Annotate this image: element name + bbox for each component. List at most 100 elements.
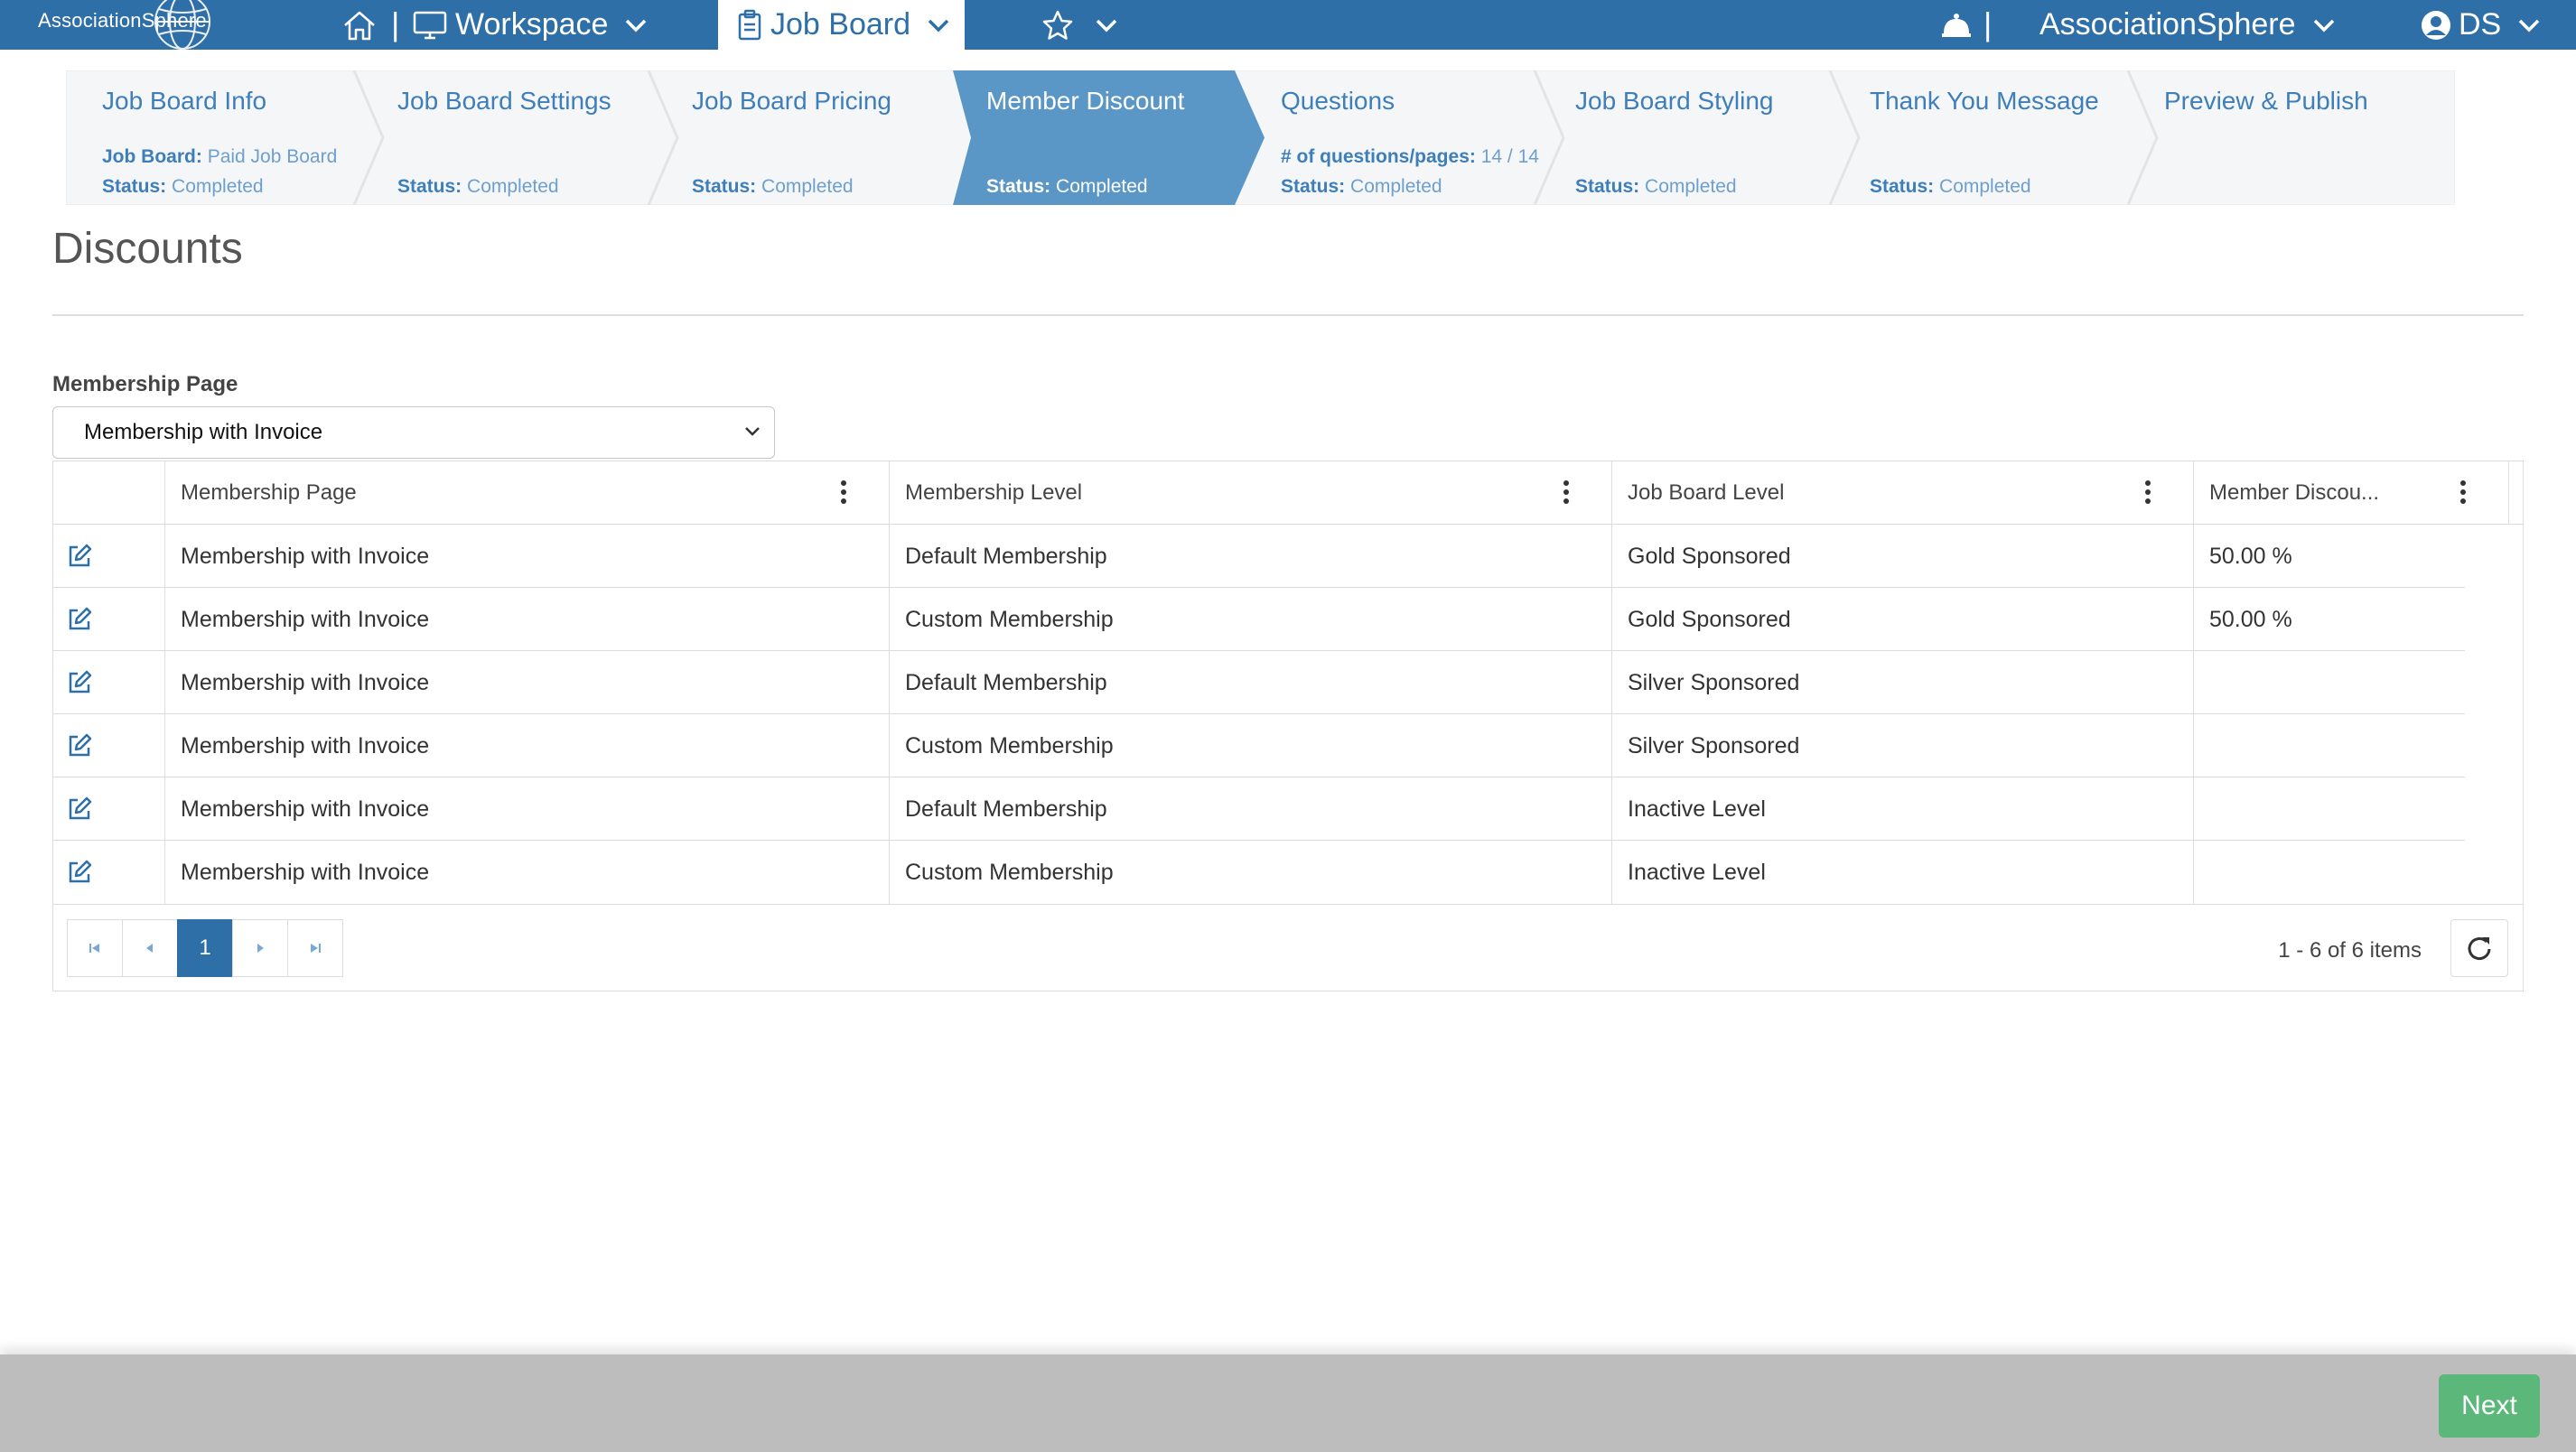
cell-member-discount: 50.00 % (2193, 525, 2465, 588)
nav-separator: | (1983, 5, 1993, 42)
favorites-menu[interactable] (1041, 0, 1118, 50)
edit-button[interactable] (53, 714, 164, 777)
top-navigation-bar: AssociationSphere | Workspace Job Board … (0, 0, 2576, 50)
column-header-membership-page[interactable]: Membership Page (164, 461, 889, 525)
cell-member-discount: 50.00 % (2193, 588, 2465, 651)
last-page-icon (311, 944, 321, 953)
step-member-discount[interactable]: Member Discount Status: Completed (950, 70, 1248, 205)
cell-membership-page: Membership with Invoice (164, 651, 889, 714)
notifications-button[interactable] (1940, 0, 1973, 50)
cell-member-discount (2193, 841, 2465, 904)
edit-button[interactable] (53, 651, 164, 714)
column-menu-icon[interactable] (2459, 479, 2467, 505)
pagination-info: 1 - 6 of 6 items (2278, 938, 2422, 963)
table-row: Membership with Invoice Custom Membershi… (53, 588, 2465, 651)
step-status: Status: Completed (1870, 176, 2031, 197)
organization-menu[interactable]: AssociationSphere (2039, 0, 2336, 50)
organization-label: AssociationSphere (2039, 7, 2296, 42)
column-menu-icon[interactable] (840, 479, 847, 505)
column-header-membership-level[interactable]: Membership Level (889, 461, 1611, 525)
next-button[interactable]: Next (2439, 1374, 2540, 1438)
column-header-job-board-level[interactable]: Job Board Level (1611, 461, 2193, 525)
workspace-menu[interactable]: Workspace (412, 0, 648, 50)
cell-membership-page: Membership with Invoice (164, 525, 889, 588)
globe-logo-icon (154, 0, 210, 50)
cell-member-discount (2193, 777, 2465, 841)
membership-page-select[interactable]: Membership with Invoice (52, 406, 775, 459)
edit-button[interactable] (53, 525, 164, 588)
edit-button[interactable] (53, 777, 164, 841)
previous-page-button[interactable] (122, 919, 178, 977)
membership-page-label: Membership Page (52, 372, 238, 396)
cell-job-board-level: Silver Sponsored (1611, 651, 2193, 714)
divider (52, 314, 2524, 316)
pagination: 1 (67, 919, 343, 977)
job-board-label: Job Board (770, 7, 910, 42)
step-status: Status: Completed (1281, 176, 1442, 197)
table-row: Membership with Invoice Custom Membershi… (53, 841, 2465, 904)
cell-membership-page: Membership with Invoice (164, 841, 889, 904)
cell-member-discount (2193, 714, 2465, 777)
step-title: Member Discount (986, 87, 1185, 115)
user-menu[interactable]: DS (2421, 0, 2541, 50)
step-title: Preview & Publish (2164, 87, 2368, 115)
edit-icon (69, 860, 92, 883)
first-page-icon (89, 944, 99, 953)
table-row: Membership with Invoice Default Membersh… (53, 777, 2465, 841)
step-job-board-settings[interactable]: Job Board Settings Status: Completed (361, 70, 659, 205)
first-page-button[interactable] (67, 919, 123, 977)
step-detail: # of questions/pages: 14 / 14 (1281, 146, 1539, 167)
monitor-icon (413, 11, 447, 39)
step-detail: Job Board: Paid Job Board (102, 146, 338, 167)
step-status: Status: Completed (397, 176, 559, 197)
discounts-grid: Membership Page Membership Level Job Boa… (52, 461, 2524, 991)
edit-icon (69, 607, 92, 630)
edit-icon (69, 544, 92, 567)
chevron-down-icon (2313, 19, 2334, 32)
step-status: Status: Completed (986, 176, 1148, 197)
step-preview-publish[interactable]: Preview & Publish (2128, 70, 2435, 205)
previous-page-icon (146, 944, 153, 953)
home-button[interactable] (341, 0, 378, 50)
step-status: Status: Completed (692, 176, 854, 197)
column-header-member-discount[interactable]: Member Discou... (2193, 461, 2509, 525)
chevron-down-icon (745, 427, 760, 436)
step-title: Thank You Message (1870, 87, 2099, 115)
refresh-button[interactable] (2450, 919, 2508, 977)
next-page-icon (257, 944, 264, 953)
job-board-menu[interactable]: Job Board (718, 0, 965, 50)
app-logo[interactable]: AssociationSphere (38, 0, 219, 50)
cell-job-board-level: Silver Sponsored (1611, 714, 2193, 777)
step-job-board-info[interactable]: Job Board Info Job Board: Paid Job Board… (66, 70, 364, 205)
next-page-button[interactable] (232, 919, 288, 977)
workspace-label: Workspace (455, 7, 609, 42)
step-job-board-pricing[interactable]: Job Board Pricing Status: Completed (656, 70, 954, 205)
cell-membership-page: Membership with Invoice (164, 714, 889, 777)
select-value: Membership with Invoice (84, 420, 323, 444)
edit-button[interactable] (53, 588, 164, 651)
column-menu-icon[interactable] (2144, 479, 2151, 505)
step-job-board-styling[interactable]: Job Board Styling Status: Completed (1539, 70, 1837, 205)
step-thank-you-message[interactable]: Thank You Message Status: Completed (1834, 70, 2132, 205)
step-status: Status: Completed (102, 176, 264, 197)
column-menu-icon[interactable] (1563, 479, 1570, 505)
grid-header: Membership Page Membership Level Job Boa… (53, 461, 2523, 525)
footer-bar: Next (0, 1354, 2576, 1452)
cell-job-board-level: Inactive Level (1611, 777, 2193, 841)
cell-membership-level: Custom Membership (889, 841, 1611, 904)
cell-member-discount (2193, 651, 2465, 714)
page-number-button[interactable]: 1 (177, 919, 233, 977)
cell-job-board-level: Inactive Level (1611, 841, 2193, 904)
edit-button[interactable] (53, 841, 164, 904)
cell-membership-level: Custom Membership (889, 714, 1611, 777)
cell-membership-page: Membership with Invoice (164, 777, 889, 841)
edit-icon (69, 670, 92, 693)
step-questions[interactable]: Questions # of questions/pages: 14 / 14 … (1245, 70, 1543, 205)
step-status: Status: Completed (1575, 176, 1737, 197)
cell-job-board-level: Gold Sponsored (1611, 525, 2193, 588)
chevron-down-icon (1096, 19, 1117, 32)
step-title: Job Board Settings (397, 87, 611, 115)
last-page-button[interactable] (287, 919, 343, 977)
chevron-down-icon (2518, 19, 2540, 32)
cell-job-board-level: Gold Sponsored (1611, 588, 2193, 651)
